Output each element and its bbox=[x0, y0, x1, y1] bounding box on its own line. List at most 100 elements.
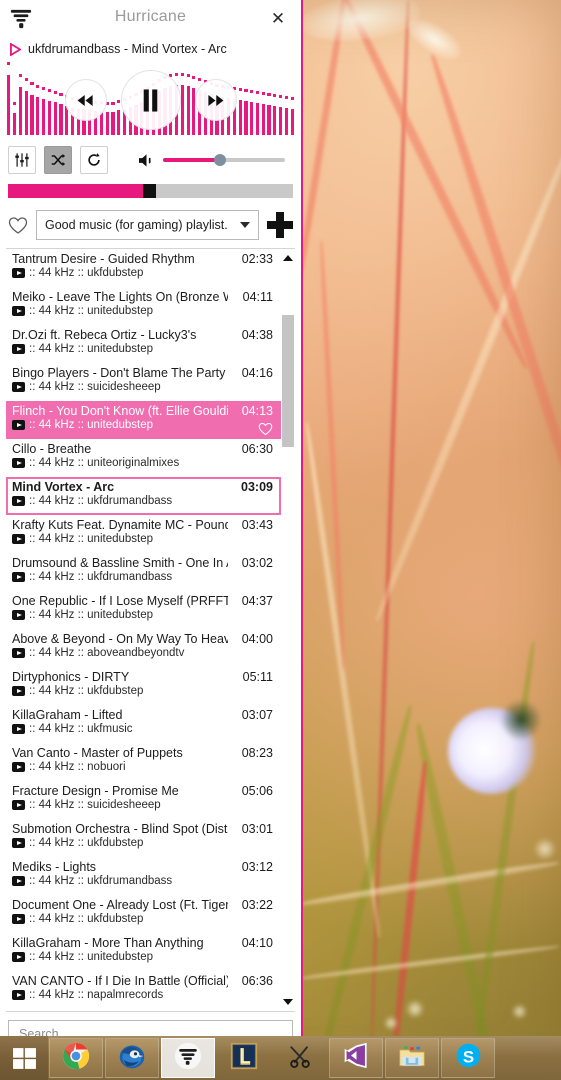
equalizer-button[interactable] bbox=[8, 146, 36, 174]
track-row[interactable]: Submotion Orchestra - Blind Spot (Dista.… bbox=[6, 819, 281, 857]
track-row[interactable]: Mind Vortex - Arc 03:09:: 44 kHz :: ukfdr… bbox=[6, 477, 281, 515]
windows-start-icon[interactable] bbox=[0, 1036, 48, 1080]
track-row[interactable]: Tantrum Desire - Guided Rhythm 02:33:: 44… bbox=[6, 249, 281, 287]
track-row[interactable]: Dirtyphonics - DIRTY 05:11:: 44 kHz :: uk… bbox=[6, 667, 281, 705]
track-row[interactable]: Above & Beyond - On My Way To Heave... 04… bbox=[6, 629, 281, 667]
track-meta: :: 44 kHz :: ukfdubstep bbox=[29, 685, 144, 697]
play-pause-button[interactable] bbox=[120, 70, 181, 130]
playlist-select[interactable]: Good music (for gaming) playlist. bbox=[36, 210, 259, 240]
track-row[interactable]: Meiko - Leave The Lights On (Bronze Wh..… bbox=[6, 287, 281, 325]
track-row-top: Bingo Players - Don't Blame The Party (C… bbox=[12, 366, 275, 380]
youtube-icon bbox=[12, 914, 25, 924]
seek-bar[interactable] bbox=[8, 184, 293, 198]
close-icon[interactable]: ✕ bbox=[267, 8, 289, 30]
track-duration: 06:30 bbox=[241, 442, 273, 456]
youtube-icon bbox=[12, 762, 25, 772]
track-row-bottom: :: 44 kHz :: ukfdubstep bbox=[12, 913, 275, 925]
search-input[interactable] bbox=[17, 1026, 284, 1036]
volume-fill bbox=[163, 158, 221, 162]
youtube-icon bbox=[12, 306, 25, 316]
track-title: VAN CANTO - If I Die In Battle (Official… bbox=[12, 974, 228, 988]
visualizer-bar-peak bbox=[290, 97, 294, 100]
favorite-heart-icon[interactable] bbox=[258, 422, 273, 436]
track-title: Submotion Orchestra - Blind Spot (Dista.… bbox=[12, 822, 228, 836]
visualizer-bar-body bbox=[30, 95, 34, 135]
track-row[interactable]: Fracture Design - Promise Me 05:06:: 44 k… bbox=[6, 781, 281, 819]
track-row-top: Drumsound & Bassline Smith - One In A...… bbox=[12, 556, 275, 570]
visualizer-bar-body bbox=[284, 108, 288, 135]
track-meta: :: 44 kHz :: ukfdrumandbass bbox=[29, 875, 173, 887]
visualizer-bar bbox=[47, 65, 51, 135]
visualizer-bar-peak bbox=[30, 82, 34, 85]
track-row-top: KillaGraham - Lifted 03:07 bbox=[12, 708, 275, 722]
taskbar-item-hurricane[interactable] bbox=[161, 1038, 215, 1078]
track-row-bottom: :: 44 kHz :: ukfdubstep bbox=[12, 685, 275, 697]
previous-button[interactable] bbox=[64, 79, 107, 121]
seek-handle[interactable] bbox=[143, 184, 157, 198]
track-row[interactable]: Drumsound & Bassline Smith - One In A...… bbox=[6, 553, 281, 591]
youtube-icon bbox=[12, 496, 25, 506]
scrollbar-thumb[interactable] bbox=[282, 315, 294, 447]
track-row[interactable]: Cillo - Breathe 06:30:: 44 kHz :: uniteor… bbox=[6, 439, 281, 477]
next-button[interactable] bbox=[194, 79, 237, 121]
track-row[interactable]: KillaGraham - Lifted 03:07:: 44 kHz :: uk… bbox=[6, 705, 281, 743]
taskbar-item-visual-studio[interactable] bbox=[329, 1038, 383, 1078]
visualizer-bar-peak bbox=[273, 94, 277, 97]
repeat-button[interactable] bbox=[80, 146, 108, 174]
visualizer-bar-body bbox=[41, 99, 46, 135]
track-row-top: Meiko - Leave The Lights On (Bronze Wh..… bbox=[12, 290, 275, 304]
add-playlist-icon[interactable] bbox=[267, 212, 293, 238]
track-row-bottom: :: 44 kHz :: suicidesheeep bbox=[12, 381, 275, 393]
track-duration: 03:22 bbox=[241, 898, 273, 912]
search-box[interactable] bbox=[8, 1020, 293, 1036]
track-row[interactable]: One Republic - If I Lose Myself (PRFFTT.… bbox=[6, 591, 281, 629]
track-meta: :: 44 kHz :: ukfdrumandbass bbox=[29, 571, 173, 583]
visualizer-bar-body bbox=[279, 107, 283, 135]
track-row[interactable]: KillaGraham - More Than Anything 04:10:: … bbox=[6, 933, 281, 971]
track-title: Document One - Already Lost (Ft. Tigerli… bbox=[12, 898, 228, 912]
scroll-down-button[interactable] bbox=[281, 994, 295, 1010]
youtube-icon bbox=[12, 344, 25, 354]
track-row[interactable]: Document One - Already Lost (Ft. Tigerli… bbox=[6, 895, 281, 933]
visualizer-bar bbox=[18, 65, 23, 135]
youtube-icon bbox=[12, 876, 25, 886]
track-row[interactable]: Dr.Ozi ft. Rebeca Ortiz - Lucky3's 04:38:… bbox=[6, 325, 281, 363]
youtube-icon bbox=[12, 990, 25, 1000]
taskbar-item-file-explorer[interactable] bbox=[385, 1038, 439, 1078]
track-row-partial[interactable] bbox=[6, 1009, 281, 1011]
taskbar-item-skype[interactable]: S bbox=[441, 1038, 495, 1078]
hurricane-player-window: Hurricane ✕ ukfdrumandbass - Mind Vortex… bbox=[0, 0, 303, 1036]
taskbar-item-chrome[interactable] bbox=[49, 1038, 103, 1078]
visualizer-bar bbox=[180, 65, 184, 135]
visualizer-bar bbox=[24, 65, 28, 135]
scroll-up-button[interactable] bbox=[281, 250, 295, 266]
volume-slider[interactable] bbox=[163, 154, 285, 166]
visualizer-bar-peak bbox=[267, 93, 271, 96]
track-duration: 06:36 bbox=[241, 974, 273, 988]
track-title: Fracture Design - Promise Me bbox=[12, 784, 179, 798]
volume-knob[interactable] bbox=[214, 154, 227, 166]
visualizer-bar-peak bbox=[41, 87, 46, 90]
visualizer-bar-body bbox=[267, 105, 271, 135]
track-row[interactable]: Flinch - You Don't Know (ft. Ellie Gould… bbox=[6, 401, 281, 439]
youtube-icon bbox=[12, 610, 25, 620]
track-row[interactable]: Mediks - Lights 03:12:: 44 kHz :: ukfdrum… bbox=[6, 857, 281, 895]
taskbar-item-overflow[interactable] bbox=[497, 1038, 551, 1078]
track-list-scrollbar[interactable] bbox=[281, 249, 295, 1011]
track-title: One Republic - If I Lose Myself (PRFFTT.… bbox=[12, 594, 228, 608]
track-title: Flinch - You Don't Know (ft. Ellie Gould… bbox=[12, 404, 228, 418]
track-row[interactable]: VAN CANTO - If I Die In Battle (Official… bbox=[6, 971, 281, 1009]
shuffle-button[interactable] bbox=[44, 146, 72, 174]
taskbar-item-thunderbird[interactable] bbox=[105, 1038, 159, 1078]
visualizer-bar bbox=[284, 65, 288, 135]
track-row[interactable]: Van Canto - Master of Puppets 08:23:: 44 … bbox=[6, 743, 281, 781]
taskbar-item-snipping-tool[interactable] bbox=[273, 1038, 327, 1078]
track-row[interactable]: Krafty Kuts Feat. Dynamite MC - Poundin.… bbox=[6, 515, 281, 553]
track-meta: :: 44 kHz :: nobuori bbox=[29, 761, 126, 773]
track-row[interactable]: Bingo Players - Don't Blame The Party (C… bbox=[6, 363, 281, 401]
visualizer-bar-body bbox=[18, 87, 23, 135]
track-row-top: VAN CANTO - If I Die In Battle (Official… bbox=[12, 974, 275, 988]
visualizer-bar bbox=[7, 62, 11, 135]
heart-icon[interactable] bbox=[8, 216, 28, 235]
taskbar-item-league-of-legends[interactable] bbox=[217, 1038, 271, 1078]
